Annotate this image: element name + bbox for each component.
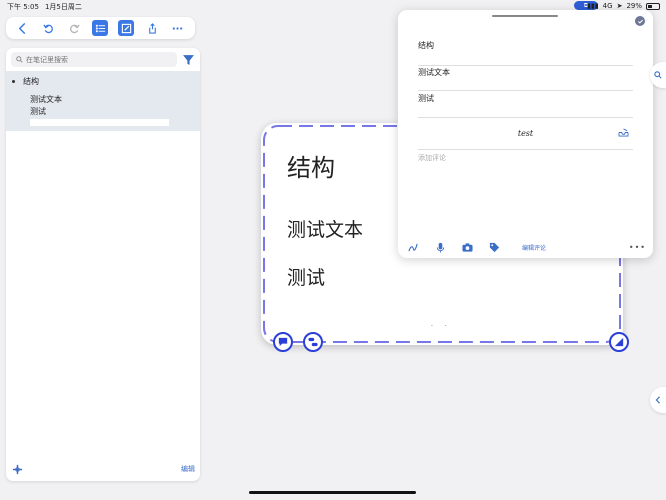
tag-icon[interactable] bbox=[489, 242, 500, 253]
battery-icon bbox=[646, 2, 660, 10]
confirm-button[interactable] bbox=[635, 16, 645, 26]
side-expand-tab[interactable] bbox=[650, 387, 666, 413]
edit-mode-button[interactable] bbox=[118, 20, 135, 36]
signal-icon: ▮▮▮ bbox=[587, 2, 599, 10]
popover-title[interactable]: 结构 bbox=[418, 40, 434, 51]
outline-root-item[interactable]: 结构 bbox=[12, 76, 39, 87]
search-input[interactable] bbox=[26, 55, 166, 64]
redo-icon bbox=[70, 23, 80, 33]
popover-text-row[interactable]: 测试文本 bbox=[418, 67, 450, 78]
bullet-icon bbox=[12, 80, 15, 83]
outline-edit-button[interactable]: 编辑 bbox=[181, 464, 195, 474]
filter-icon[interactable] bbox=[182, 53, 195, 66]
resize-corner-icon bbox=[614, 337, 624, 347]
chevron-left-icon bbox=[19, 22, 26, 34]
card-resize-handle[interactable] bbox=[609, 332, 629, 352]
more-icon bbox=[173, 26, 183, 30]
link-icon bbox=[308, 337, 318, 347]
outline-child-item[interactable]: 测试文本 bbox=[30, 94, 62, 105]
divider bbox=[418, 117, 633, 118]
undo-button[interactable] bbox=[41, 20, 57, 36]
tray-icon[interactable] bbox=[618, 128, 629, 137]
handwriting-text[interactable]: test bbox=[398, 129, 653, 138]
redo-button[interactable] bbox=[67, 20, 83, 36]
search-box[interactable] bbox=[11, 52, 177, 67]
location-icon: ➤ bbox=[616, 2, 623, 10]
card-text-line: 测试 bbox=[287, 267, 326, 289]
card-overflow-indicator: ·· bbox=[431, 323, 459, 330]
share-icon bbox=[148, 22, 156, 34]
popover-toolbar: 编辑评论 ••• bbox=[408, 241, 646, 253]
search-row bbox=[11, 52, 195, 67]
divider bbox=[418, 149, 633, 150]
edit-comment-button[interactable]: 编辑评论 bbox=[522, 243, 546, 252]
add-node-icon[interactable] bbox=[12, 464, 23, 475]
divider bbox=[418, 65, 633, 66]
status-time: 下午 5:05 bbox=[7, 3, 39, 11]
status-battery: 29% bbox=[626, 2, 642, 10]
status-date: 1月5日周二 bbox=[44, 3, 82, 11]
edit-icon bbox=[121, 23, 131, 33]
card-link-button[interactable] bbox=[303, 332, 323, 352]
popover-text-row[interactable]: 测试 bbox=[418, 93, 434, 104]
outline-panel: 结构 测试文本 测试 编辑 bbox=[6, 48, 200, 481]
card-text-line: 测试文本 bbox=[287, 219, 364, 241]
top-toolbar bbox=[6, 17, 195, 39]
search-icon bbox=[16, 56, 23, 63]
search-icon bbox=[654, 71, 662, 79]
undo-icon bbox=[43, 23, 54, 33]
node-detail-popover: 结构 测试文本 测试 test 添加评论 编辑评论 ••• bbox=[398, 10, 653, 258]
outline-toggle-button[interactable] bbox=[92, 20, 109, 36]
camera-icon[interactable] bbox=[462, 242, 473, 253]
status-network: 4G bbox=[602, 2, 613, 10]
outline-placeholder-bar bbox=[30, 119, 169, 126]
card-title: 结构 bbox=[287, 154, 335, 182]
drag-handle[interactable] bbox=[492, 15, 558, 17]
list-icon bbox=[95, 24, 106, 32]
more-button[interactable] bbox=[170, 20, 186, 36]
check-icon bbox=[637, 19, 643, 24]
home-indicator[interactable] bbox=[249, 491, 416, 494]
microphone-icon[interactable] bbox=[435, 242, 446, 253]
outline-child-item[interactable]: 测试 bbox=[30, 106, 46, 117]
chevron-left-icon bbox=[655, 396, 660, 404]
pen-icon[interactable] bbox=[408, 242, 419, 253]
comment-placeholder[interactable]: 添加评论 bbox=[418, 153, 446, 163]
card-comment-button[interactable] bbox=[273, 332, 293, 352]
outline-list: 结构 测试文本 测试 bbox=[6, 71, 200, 131]
comment-icon bbox=[278, 337, 288, 347]
divider bbox=[418, 90, 633, 91]
outline-root-label: 结构 bbox=[23, 77, 39, 86]
more-icon[interactable]: ••• bbox=[629, 243, 646, 252]
share-button[interactable] bbox=[144, 20, 160, 36]
back-button[interactable] bbox=[15, 20, 31, 36]
